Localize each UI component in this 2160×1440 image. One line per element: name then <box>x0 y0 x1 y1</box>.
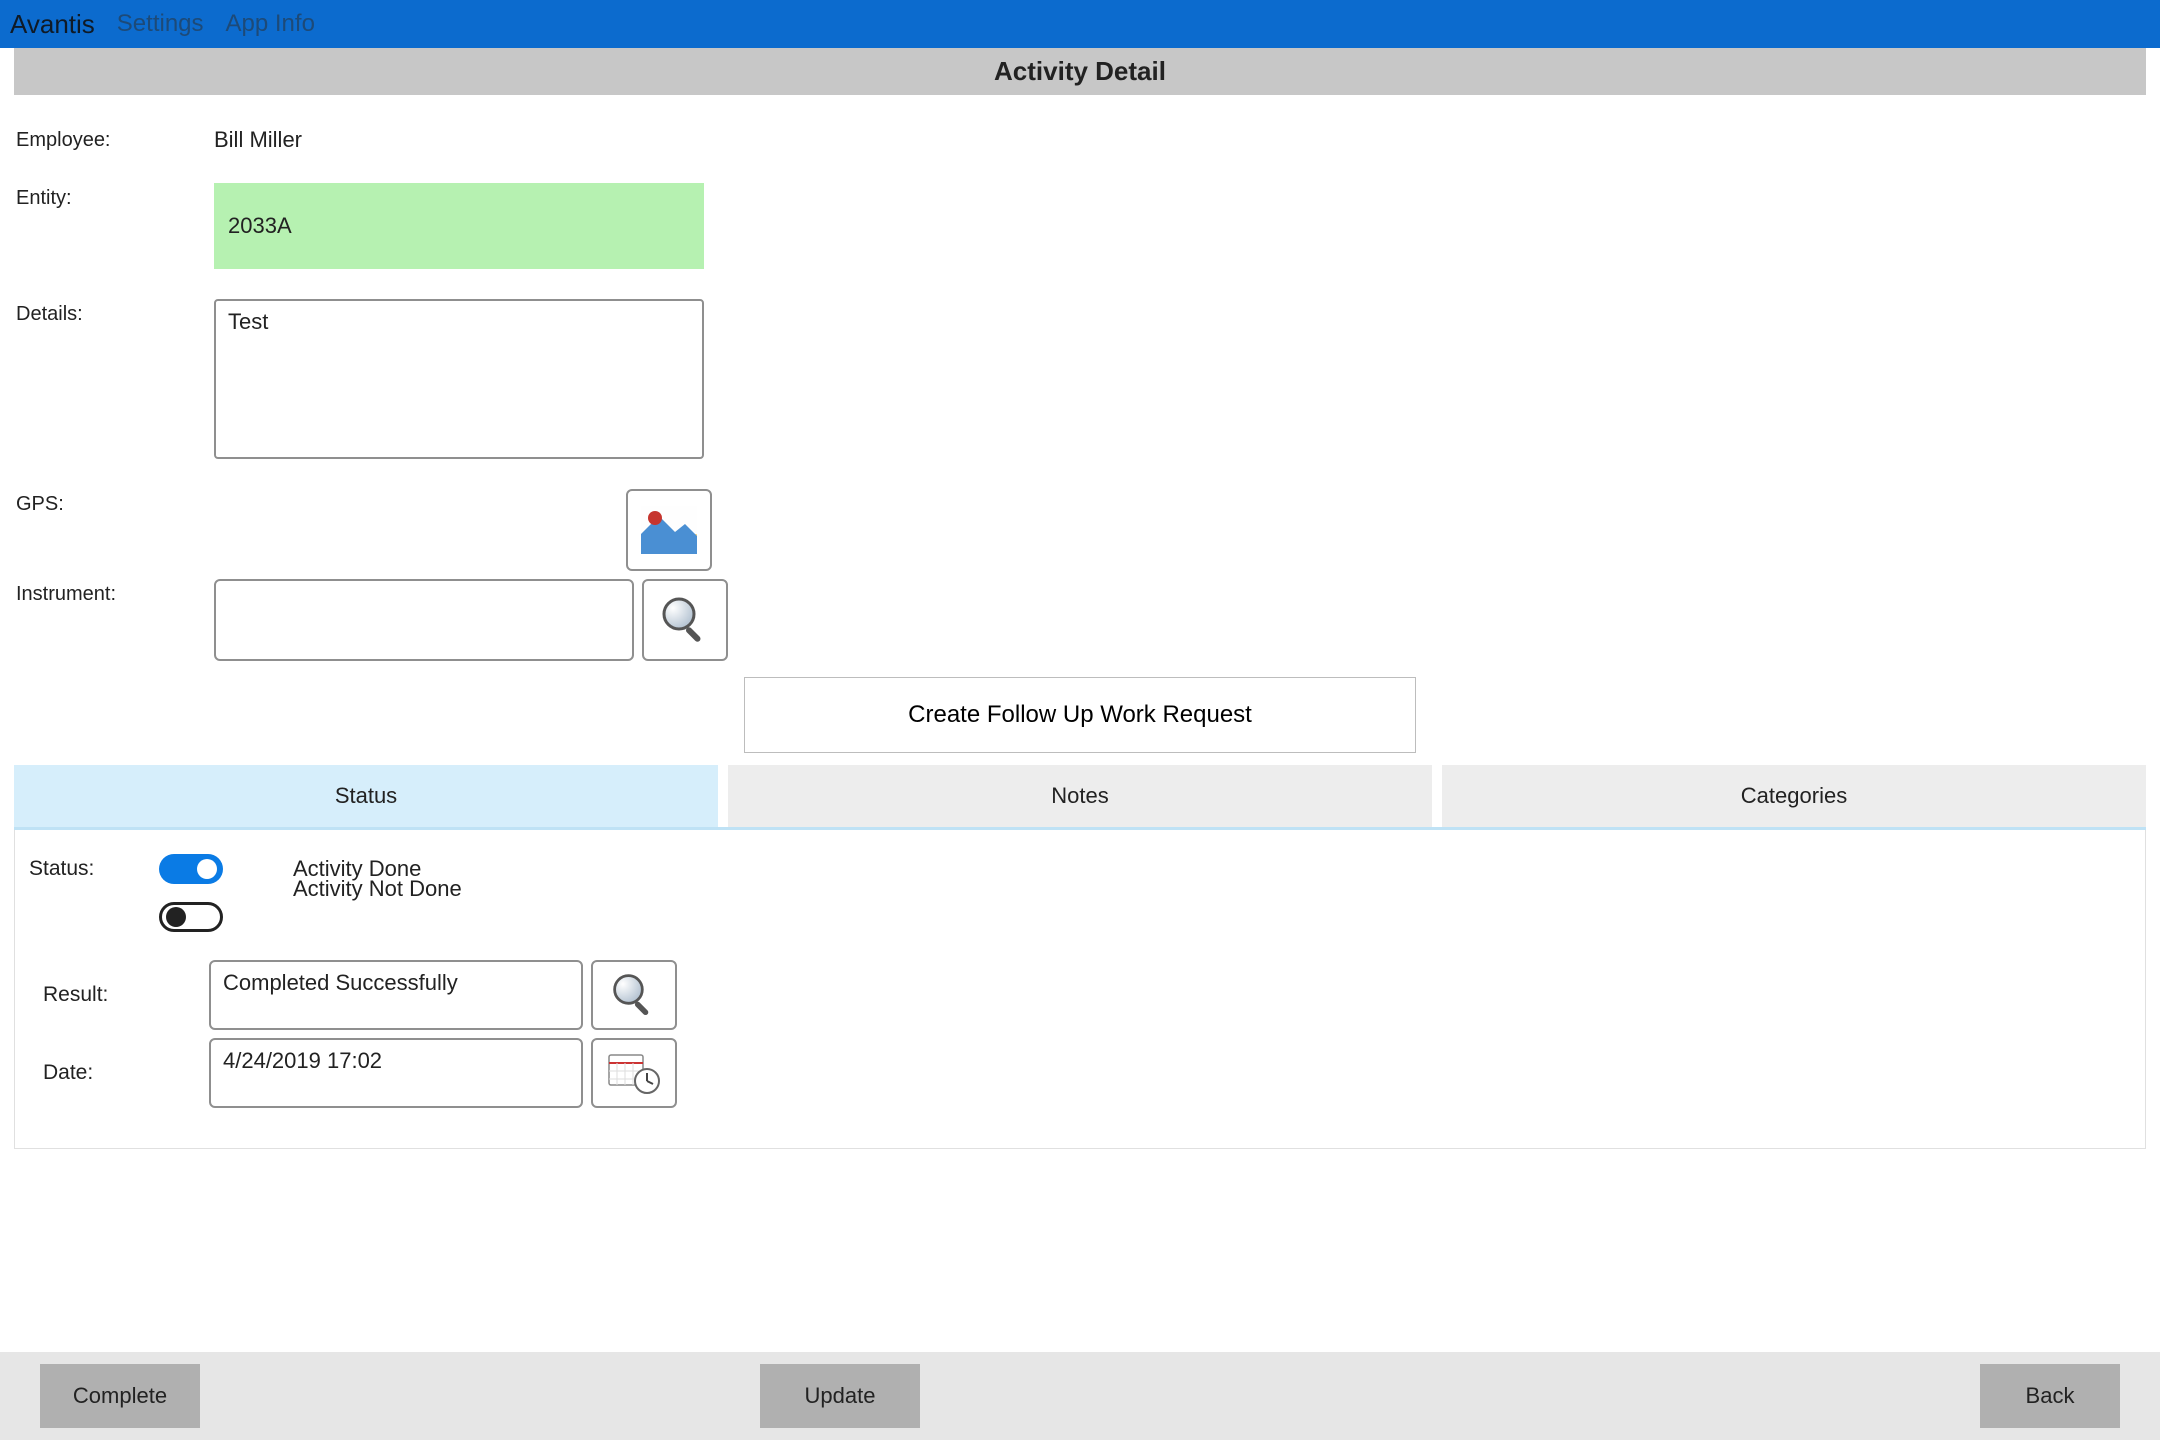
form: Employee: Bill Miller Entity: 2033A Deta… <box>14 95 2146 753</box>
magnifier-icon <box>659 594 711 646</box>
page-title: Activity Detail <box>14 48 2146 95</box>
menu-settings[interactable]: Settings <box>117 10 204 38</box>
date-picker-button[interactable] <box>591 1038 677 1108</box>
complete-button[interactable]: Complete <box>40 1364 200 1428</box>
entity-field[interactable]: 2033A <box>214 183 704 269</box>
result-label: Result: <box>29 983 209 1007</box>
create-followup-button[interactable]: Create Follow Up Work Request <box>744 677 1416 753</box>
update-button[interactable]: Update <box>760 1364 920 1428</box>
details-field[interactable]: Test <box>214 299 704 459</box>
toggle-knob <box>166 907 186 927</box>
instrument-search-button[interactable] <box>642 579 728 661</box>
tabs: Status Notes Categories <box>14 765 2146 830</box>
menu-appinfo[interactable]: App Info <box>226 10 315 38</box>
tab-notes[interactable]: Notes <box>728 765 1432 827</box>
employee-label: Employee: <box>14 125 214 152</box>
details-value: Test <box>228 309 268 334</box>
status-label: Status: <box>29 857 139 881</box>
toggle-knob <box>197 859 217 879</box>
tab-categories[interactable]: Categories <box>1442 765 2146 827</box>
gps-label: GPS: <box>14 489 214 516</box>
details-label: Details: <box>14 299 214 326</box>
date-field[interactable]: 4/24/2019 17:02 <box>209 1038 583 1108</box>
toggle-activity-done[interactable] <box>159 854 223 884</box>
status-panel: Status: Activity Done Activity Not Done … <box>14 830 2146 1149</box>
instrument-field[interactable] <box>214 579 634 661</box>
app-title: Avantis <box>10 9 95 40</box>
map-icon <box>641 506 697 554</box>
date-label: Date: <box>29 1061 209 1085</box>
result-search-button[interactable] <box>591 960 677 1030</box>
result-value: Completed Successfully <box>223 970 458 995</box>
date-value: 4/24/2019 17:02 <box>223 1048 382 1073</box>
instrument-label: Instrument: <box>14 579 214 606</box>
result-field[interactable]: Completed Successfully <box>209 960 583 1030</box>
back-button[interactable]: Back <box>1980 1364 2120 1428</box>
footer: Complete Update Back <box>0 1352 2160 1440</box>
employee-value: Bill Miller <box>214 125 302 153</box>
entity-label: Entity: <box>14 183 214 210</box>
entity-value: 2033A <box>228 213 292 239</box>
titlebar: Avantis Settings App Info <box>0 0 2160 48</box>
gps-map-button[interactable] <box>626 489 712 571</box>
tab-status[interactable]: Status <box>14 765 718 827</box>
calendar-clock-icon <box>607 1051 661 1095</box>
magnifier-icon <box>610 971 658 1019</box>
toggle-activity-not-done[interactable] <box>159 902 223 932</box>
activity-notdone-text: Activity Not Done <box>293 876 462 902</box>
